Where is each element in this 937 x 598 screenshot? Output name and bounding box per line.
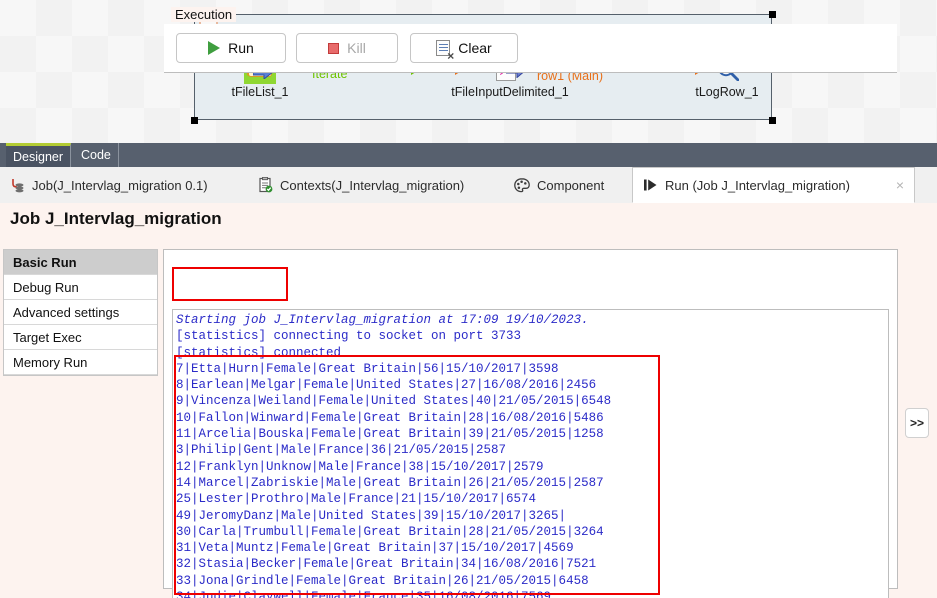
stop-icon — [328, 42, 340, 54]
console-line: 30|Carla|Trumbull|Female|Great Britain|2… — [176, 524, 604, 539]
run-mode-basic-run[interactable]: Basic Run — [4, 250, 157, 275]
console-line: 7|Etta|Hurn|Female|Great Britain|56|15/1… — [176, 361, 559, 376]
component-label: tFileList_1 — [231, 85, 289, 99]
play-icon — [208, 41, 221, 55]
contexts-icon — [259, 177, 273, 193]
tab-label: Job(J_Intervlag_migration 0.1) — [32, 177, 208, 193]
selection-handle-bottom-left[interactable] — [191, 117, 198, 124]
console-line: [statistics] connected — [176, 345, 342, 360]
run-button-label: Run — [228, 40, 254, 56]
console-line: 32|Stasia|Becker|Female|Great Britain|34… — [176, 557, 597, 572]
view-tab-bar: Job(J_Intervlag_migration 0.1) Contexts(… — [0, 167, 937, 204]
job-icon — [12, 178, 24, 192]
console-line: [statistics] connecting to socket on por… — [176, 329, 522, 344]
console-line: 11|Arcelia|Bouska|Female|Great Britain|3… — [176, 427, 604, 442]
tab-label: Run (Job J_Intervlag_migration) — [665, 177, 850, 193]
console-line: 49|JeromyDanz|Male|United States|39|15/1… — [176, 508, 567, 523]
tab-label: Component — [537, 177, 605, 193]
tab-component[interactable]: Component — [504, 167, 614, 203]
execution-legend-label: Execution — [171, 7, 237, 22]
component-label: tFileInputDelimited_1 — [451, 85, 569, 99]
console-line: 31|Veta|Muntz|Female|Great Britain|37|15… — [176, 541, 574, 556]
console-line: 8|Earlean|Melgar|Female|United States|27… — [176, 378, 597, 393]
kill-button-label: Kill — [347, 40, 366, 56]
page-title: Job J_Intervlag_migration — [0, 203, 937, 235]
console-line: 3|Philip|Gent|Male|France|36|21/05/2015|… — [176, 443, 507, 458]
component-label: tLogRow_1 — [695, 85, 759, 99]
run-mode-memory-run[interactable]: Memory Run — [4, 350, 157, 375]
tab-run[interactable]: Run (Job J_Intervlag_migration) × — [632, 167, 915, 203]
component-icon — [514, 177, 530, 192]
console-line: 34|Judie|Claywell|Female|France|35|16/08… — [176, 590, 552, 598]
clear-button-label: Clear — [458, 40, 492, 56]
console-line: 14|Marcel|Zabriskie|Male|Great Britain|2… — [176, 475, 604, 490]
editor-tab-strip: Designer Code — [0, 143, 937, 167]
console-line: 10|Fallon|Winward|Female|Great Britain|2… — [176, 410, 604, 425]
tab-contexts[interactable]: Contexts(J_Intervlag_migration) — [248, 167, 474, 203]
run-icon — [644, 179, 657, 191]
console-line: Starting job J_Intervlag_migration at 17… — [176, 313, 589, 327]
selection-handle-bottom-right[interactable] — [769, 117, 776, 124]
expand-panel-button[interactable]: >> — [905, 408, 929, 438]
execution-toolbar: Run Kill Clear — [164, 24, 897, 73]
tab-job[interactable]: Job(J_Intervlag_migration 0.1) — [0, 167, 218, 203]
tab-designer[interactable]: Designer — [6, 143, 72, 167]
run-mode-target-exec[interactable]: Target Exec — [4, 325, 157, 350]
clear-icon — [436, 40, 454, 61]
clear-button[interactable]: Clear — [410, 33, 518, 63]
run-mode-advanced-settings[interactable]: Advanced settings — [4, 300, 157, 325]
run-mode-debug-run[interactable]: Debug Run — [4, 275, 157, 300]
console-line: 9|Vincenza|Weiland|Female|United States|… — [176, 394, 612, 409]
selection-handle-top-right[interactable] — [769, 11, 776, 18]
tab-label: Contexts(J_Intervlag_migration) — [280, 177, 465, 193]
run-button[interactable]: Run — [176, 33, 286, 63]
run-mode-list: Basic Run Debug Run Advanced settings Ta… — [3, 249, 158, 376]
kill-button[interactable]: Kill — [296, 33, 398, 63]
console-line: 12|Franklyn|Unknow|Male|France|38|15/10/… — [176, 459, 544, 474]
tab-code[interactable]: Code — [74, 143, 119, 167]
execution-console[interactable]: Starting job J_Intervlag_migration at 17… — [172, 309, 889, 598]
console-line: 33|Jona|Grindle|Female|Great Britain|26|… — [176, 573, 589, 588]
close-icon[interactable]: × — [888, 177, 904, 193]
console-line: 25|Lester|Prothro|Male|France|21|15/10/2… — [176, 492, 537, 507]
